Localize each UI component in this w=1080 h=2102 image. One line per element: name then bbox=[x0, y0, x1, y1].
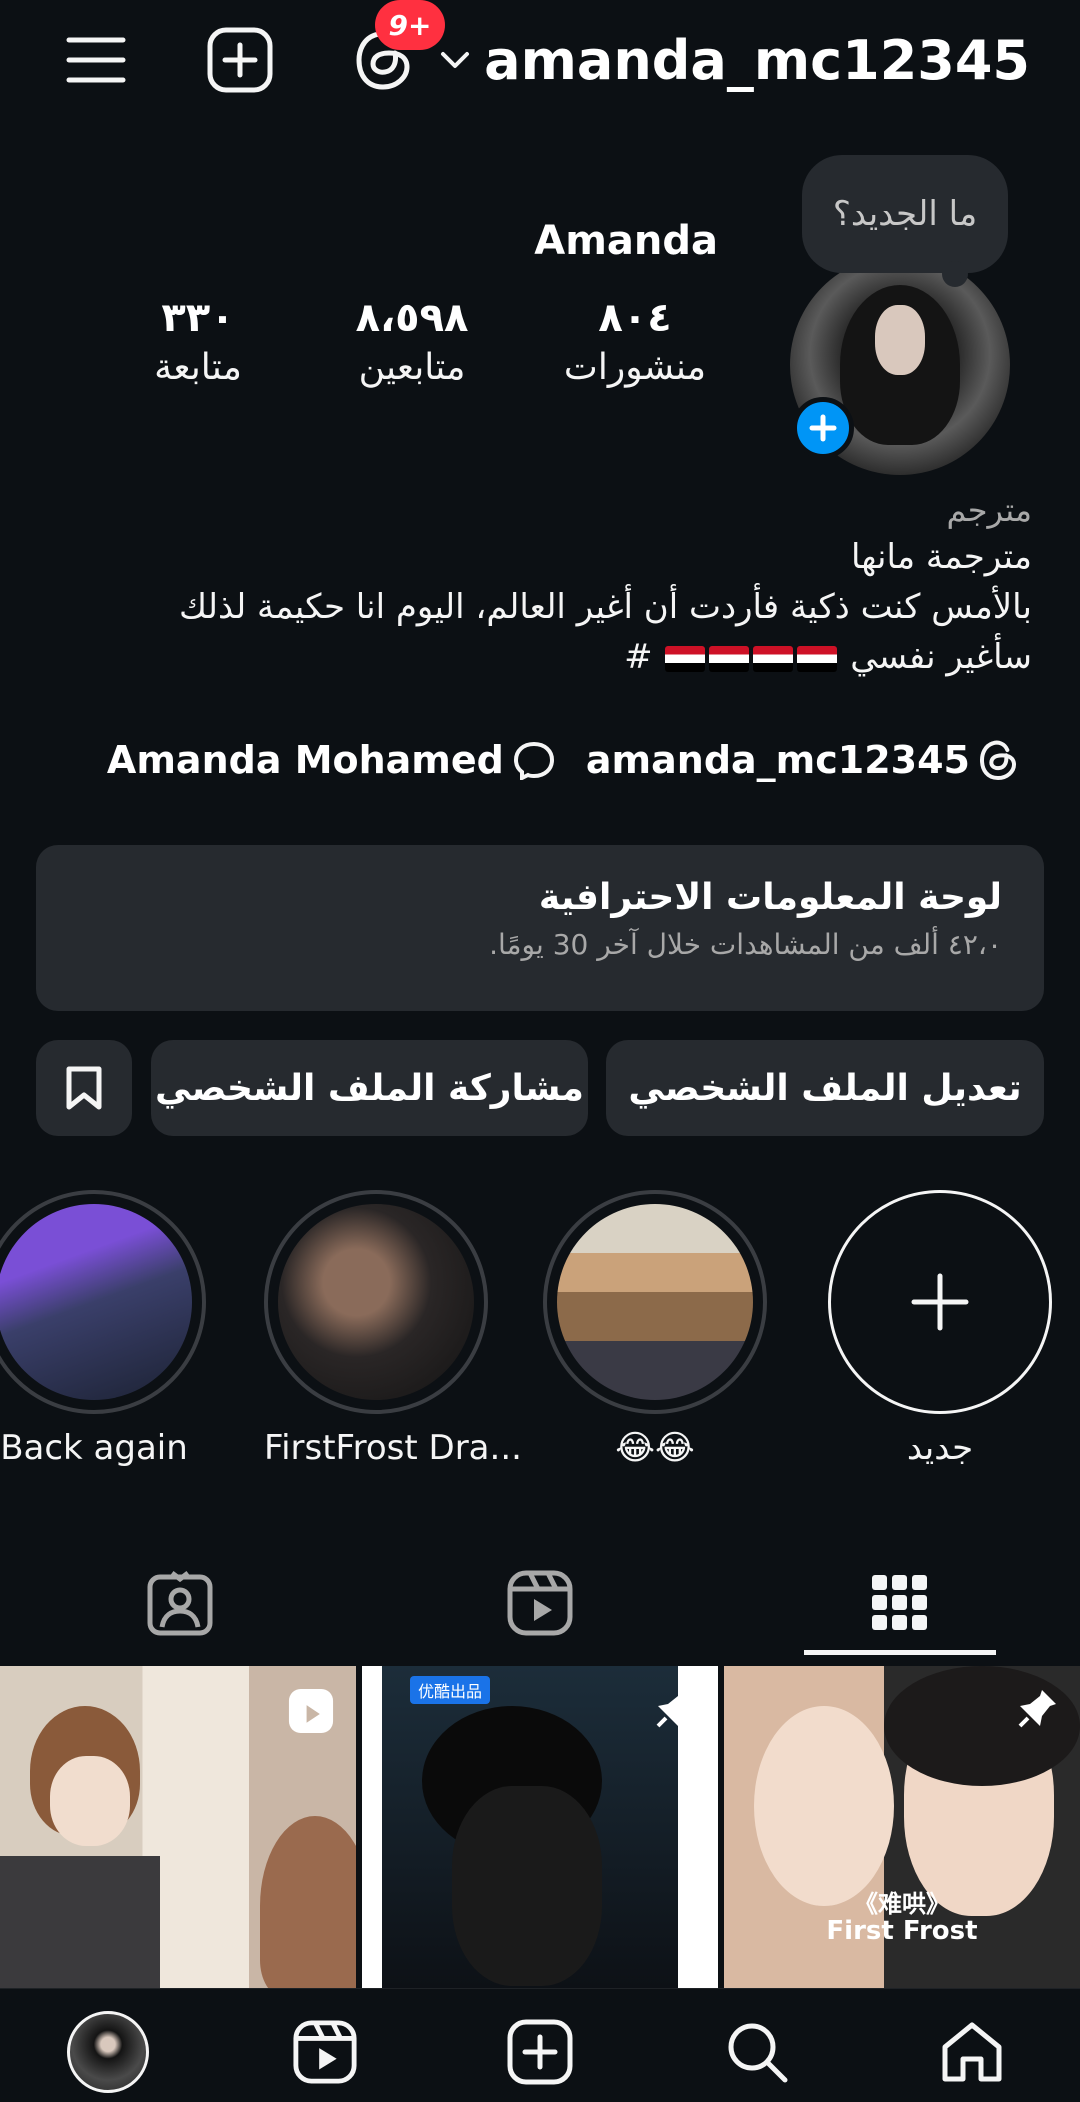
facebook-link-text: Amanda Mohamed bbox=[106, 738, 504, 782]
messenger-icon bbox=[513, 741, 554, 780]
post-thumbnail[interactable]: 优酷出品 bbox=[362, 1666, 718, 1988]
stat-following[interactable]: ٣٣٠ متابعة bbox=[98, 295, 298, 388]
active-tab-indicator bbox=[804, 1650, 996, 1655]
highlight-item[interactable]: FirstFrost Dra... bbox=[264, 1190, 522, 1468]
tab-grid[interactable] bbox=[720, 1545, 1080, 1660]
bookmark-icon bbox=[66, 1066, 102, 1110]
plus-icon bbox=[911, 1273, 969, 1331]
nav-create[interactable] bbox=[490, 2007, 590, 2097]
tab-tagged[interactable] bbox=[0, 1545, 360, 1660]
egypt-flag-icon bbox=[709, 645, 750, 672]
stat-following-label: متابعة bbox=[154, 347, 242, 388]
highlight-label: FirstFrost Dra... bbox=[264, 1428, 522, 1468]
post-caption-cn: 《难哄》 bbox=[854, 1890, 950, 1918]
post-thumbnail[interactable] bbox=[0, 1666, 356, 1988]
bio-hashtag[interactable]: # bbox=[624, 637, 653, 677]
bio-line-2: بالأمس كنت ذكية فأردت أن أغير العالم، ال… bbox=[179, 587, 1032, 627]
highlight-label: Back again bbox=[0, 1428, 188, 1468]
note-text: ما الجديد؟ bbox=[832, 194, 978, 234]
threads-link[interactable]: amanda_mc12345 bbox=[586, 738, 1018, 782]
share-profile-label: مشاركة الملف الشخصي bbox=[155, 1067, 584, 1109]
highlight-label: جديد bbox=[906, 1428, 974, 1468]
profile-links: Amanda Mohamed amanda_mc12345 bbox=[107, 730, 1018, 790]
dashboard-title: لوحة المعلومات الاحترافية bbox=[538, 877, 1002, 918]
stat-posts-label: منشورات bbox=[563, 347, 707, 388]
chevron-down-icon bbox=[441, 52, 470, 68]
create-post-icon[interactable] bbox=[202, 22, 278, 98]
highlight-item[interactable]: 😂😂 bbox=[543, 1190, 767, 1468]
create-icon bbox=[507, 2019, 573, 2085]
saved-button[interactable] bbox=[36, 1040, 132, 1136]
highlight-cover bbox=[0, 1204, 192, 1400]
bio-line-3-text: سأغير نفسي bbox=[850, 637, 1032, 677]
egypt-flag-icon bbox=[665, 645, 706, 672]
stat-posts-count: ٨٠٤ bbox=[598, 295, 672, 341]
stat-followers-label: متابعين bbox=[358, 347, 466, 388]
stat-followers[interactable]: ٨،٥٩٨ متابعين bbox=[312, 295, 512, 388]
post-caption-en: First Frost bbox=[826, 1916, 978, 1946]
bottom-nav bbox=[0, 1988, 1080, 2102]
threads-link-text: amanda_mc12345 bbox=[585, 738, 970, 782]
reel-icon bbox=[286, 1686, 336, 1740]
display-name: Amanda bbox=[534, 218, 718, 264]
threads-small-icon bbox=[979, 740, 1017, 781]
home-icon bbox=[942, 2022, 1002, 2082]
menu-icon[interactable] bbox=[58, 22, 134, 98]
egypt-flag-icon bbox=[797, 645, 838, 672]
pin-icon bbox=[1016, 1686, 1060, 1734]
post-tag: 优酷出品 bbox=[410, 1676, 491, 1704]
bio: مترجم مترجمة مانها بالأمس كنت ذكية فأردت… bbox=[72, 488, 1032, 682]
highlight-item[interactable]: Back again bbox=[0, 1190, 206, 1468]
nav-profile[interactable] bbox=[58, 2007, 158, 2097]
edit-profile-label: تعديل الملف الشخصي bbox=[628, 1067, 1022, 1109]
highlight-cover bbox=[278, 1204, 474, 1400]
profile-tabs bbox=[0, 1545, 1080, 1660]
reels-icon bbox=[507, 1570, 573, 1635]
reels-icon bbox=[293, 2020, 357, 2084]
dashboard-subtitle: ٤٢،٠ ألف من المشاهدات خلال آخر 30 يومًا. bbox=[489, 928, 1002, 961]
bio-category: مترجم bbox=[946, 491, 1032, 529]
nav-search[interactable] bbox=[707, 2007, 807, 2097]
highlight-cover bbox=[557, 1204, 753, 1400]
egypt-flag-icon bbox=[753, 645, 794, 672]
note-bubble[interactable]: ما الجديد؟ bbox=[802, 155, 1008, 287]
username: amanda_mc12345 bbox=[484, 28, 1030, 92]
edit-profile-button[interactable]: تعديل الملف الشخصي bbox=[606, 1040, 1044, 1136]
add-story-icon[interactable] bbox=[792, 397, 854, 459]
threads-badge: 9+ bbox=[375, 0, 445, 50]
bio-line-1: مترجمة مانها bbox=[850, 537, 1032, 577]
stat-posts[interactable]: ٨٠٤ منشورات bbox=[535, 295, 735, 388]
highlight-new[interactable]: جديد bbox=[828, 1190, 1052, 1468]
nav-home[interactable] bbox=[922, 2007, 1022, 2097]
account-switcher[interactable]: amanda_mc12345 bbox=[440, 20, 1030, 100]
professional-dashboard[interactable]: لوحة المعلومات الاحترافية ٤٢،٠ ألف من ال… bbox=[36, 845, 1044, 1011]
share-profile-button[interactable]: مشاركة الملف الشخصي bbox=[151, 1040, 588, 1136]
pin-icon bbox=[654, 1686, 698, 1734]
facebook-link[interactable]: Amanda Mohamed bbox=[107, 738, 556, 782]
tagged-icon bbox=[147, 1570, 213, 1635]
nav-reels[interactable] bbox=[275, 2007, 375, 2097]
stat-following-count: ٣٣٠ bbox=[161, 295, 235, 341]
stat-followers-count: ٨،٥٩٨ bbox=[355, 295, 469, 341]
grid-icon bbox=[872, 1574, 927, 1630]
search-icon bbox=[728, 2023, 788, 2083]
highlight-label: 😂😂 bbox=[615, 1428, 695, 1468]
top-bar: 9+ amanda_mc12345 bbox=[0, 0, 1080, 120]
post-thumbnail[interactable]: 《难哄》 First Frost bbox=[724, 1666, 1080, 1988]
tab-reels[interactable] bbox=[360, 1545, 720, 1660]
profile-avatar-small bbox=[67, 2011, 149, 2093]
posts-grid: 优酷出品 《难哄》 First Frost bbox=[0, 1666, 1080, 1988]
bio-line-3: سأغير نفسي # bbox=[72, 632, 1032, 682]
